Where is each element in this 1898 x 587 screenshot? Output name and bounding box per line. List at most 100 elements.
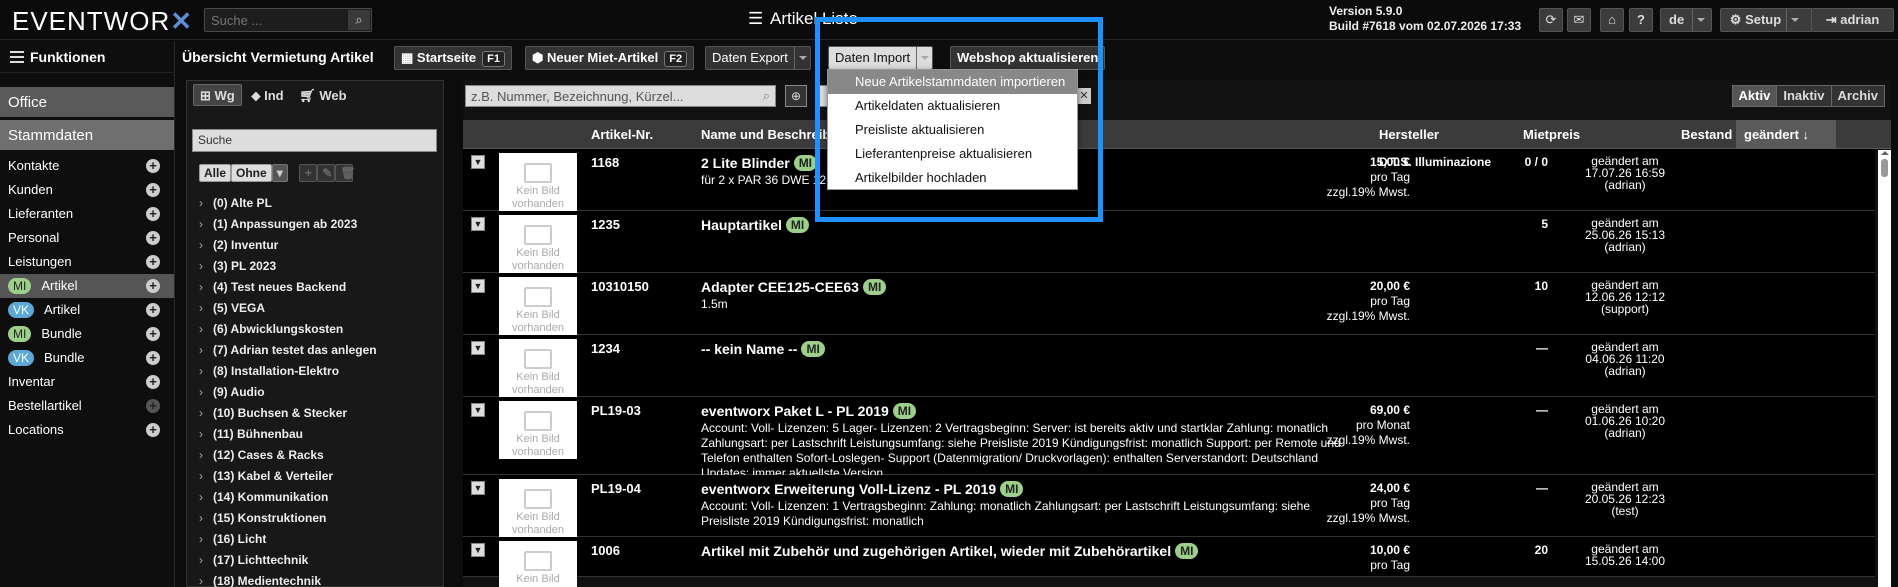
- tab-web[interactable]: 🛒︎ Web: [293, 85, 352, 107]
- add-icon[interactable]: +: [146, 351, 160, 365]
- import-button[interactable]: Daten Import: [828, 46, 934, 70]
- filter-archive[interactable]: Archiv: [1830, 85, 1885, 107]
- tree-item[interactable]: › (11) Bühnenbau: [187, 424, 443, 445]
- tree-item[interactable]: › (0) Alte PL: [187, 193, 443, 214]
- sidebar-item-inventar[interactable]: Inventar +: [0, 370, 174, 394]
- sidebar-item-bestellartikel[interactable]: Bestellartikel +: [0, 394, 174, 418]
- add-icon[interactable]: +: [146, 255, 160, 269]
- filter-dropdown[interactable]: ▾: [271, 164, 288, 182]
- chevron-right-icon[interactable]: ›: [199, 424, 213, 445]
- mail-icon[interactable]: ✉: [1567, 8, 1591, 32]
- chevron-right-icon[interactable]: ›: [199, 340, 213, 361]
- chevron-right-icon[interactable]: ›: [199, 445, 213, 466]
- article-name[interactable]: eventworx Paket L - PL 2019 MI: [701, 403, 917, 419]
- table-row[interactable]: ▼ Kein Bild vorhanden 1235 Hauptartikel MI 5 g…: [463, 211, 1875, 273]
- filter-all-button[interactable]: Alle: [199, 164, 232, 182]
- chevron-right-icon[interactable]: ›: [199, 298, 213, 319]
- edit-icon[interactable]: ✎: [317, 164, 336, 182]
- user-menu[interactable]: ⇥ adrian: [1811, 8, 1894, 32]
- tree-item[interactable]: › (2) Inventur: [187, 235, 443, 256]
- table-row[interactable]: ▼ Kein Bild vorhanden 1168 2 Lite Blinder MI…: [463, 149, 1875, 211]
- add-icon[interactable]: +: [146, 375, 160, 389]
- tree-item[interactable]: › (5) VEGA: [187, 298, 443, 319]
- expand-icon[interactable]: ▼: [471, 543, 485, 557]
- menu-item-update-supplier-prices[interactable]: Lieferantenpreise aktualisieren: [828, 142, 1077, 166]
- tree-item[interactable]: › (17) Lichttechnik: [187, 550, 443, 571]
- clear-icon[interactable]: ✕: [1077, 88, 1091, 104]
- zoom-search-icon[interactable]: ⊕: [785, 85, 807, 107]
- add-icon[interactable]: +: [299, 164, 318, 182]
- menu-item-update-pricelist[interactable]: Preisliste aktualisieren: [828, 118, 1077, 142]
- sidebar-item-locations[interactable]: Locations +: [0, 418, 174, 442]
- chevron-right-icon[interactable]: ›: [199, 529, 213, 550]
- search-icon[interactable]: ⌕: [348, 10, 370, 30]
- sidebar-item-vk-bundle[interactable]: VK Bundle +: [0, 346, 174, 370]
- add-icon[interactable]: +: [146, 159, 160, 173]
- table-row[interactable]: ▼ Kein Bild vorhanden PL19-04 eventworx Erw…: [463, 475, 1875, 537]
- refresh-icon[interactable]: ⟳: [1539, 8, 1563, 32]
- tree-item[interactable]: › (13) Kabel & Verteiler: [187, 466, 443, 487]
- delete-icon[interactable]: 🗑︎: [335, 164, 356, 182]
- tab-warengruppe[interactable]: ⊞ Wg: [193, 84, 242, 106]
- chevron-right-icon[interactable]: ›: [199, 214, 213, 235]
- table-scrollbar[interactable]: [1878, 150, 1891, 587]
- add-icon[interactable]: +: [146, 183, 160, 197]
- tree-item[interactable]: › (14) Kommunikation: [187, 487, 443, 508]
- sidebar-item-personal[interactable]: Personal +: [0, 226, 174, 250]
- sidebar-item-lieferanten[interactable]: Lieferanten +: [0, 202, 174, 226]
- add-icon[interactable]: +: [146, 423, 160, 437]
- tree-item[interactable]: › (15) Konstruktionen: [187, 508, 443, 529]
- global-search-input[interactable]: [205, 9, 347, 31]
- menu-item-upload-images[interactable]: Artikelbilder hochladen: [828, 166, 1077, 190]
- functions-header[interactable]: Funktionen: [0, 41, 174, 73]
- filter-without-button[interactable]: Ohne: [231, 164, 272, 182]
- table-row[interactable]: ▼ Kein Bild vorhanden PL19-03 eventworx Pak…: [463, 397, 1875, 480]
- expand-icon[interactable]: ▼: [471, 341, 485, 355]
- add-icon[interactable]: +: [146, 303, 160, 317]
- article-name[interactable]: eventworx Erweiterung Voll-Lizenz - PL 2…: [701, 481, 1024, 497]
- expand-icon[interactable]: ▼: [471, 155, 485, 169]
- article-name[interactable]: Adapter CEE125-CEE63 MI: [701, 279, 887, 295]
- chevron-right-icon[interactable]: ›: [199, 550, 213, 571]
- tree-item[interactable]: › (4) Test neues Backend: [187, 277, 443, 298]
- article-name[interactable]: Artikel mit Zubehör und zugehörigen Arti…: [701, 543, 1199, 559]
- chevron-right-icon[interactable]: ›: [199, 193, 213, 214]
- chevron-right-icon[interactable]: ›: [199, 256, 213, 277]
- col-manufacturer[interactable]: Hersteller: [1379, 127, 1439, 142]
- sidebar-item-mi-artikel[interactable]: MI Artikel +: [0, 274, 174, 298]
- expand-icon[interactable]: ▼: [471, 279, 485, 293]
- expand-icon[interactable]: ▼: [471, 481, 485, 495]
- chevron-right-icon[interactable]: ›: [199, 403, 213, 424]
- chevron-right-icon[interactable]: ›: [199, 382, 213, 403]
- col-price[interactable]: Mietpreis: [1523, 127, 1580, 142]
- article-name[interactable]: -- kein Name -- MI: [701, 341, 825, 357]
- table-row[interactable]: ▼ Kein Bild vorhanden 1006 Artikel mit Zube…: [463, 537, 1875, 587]
- article-name[interactable]: 2 Lite Blinder MI: [701, 155, 818, 171]
- language-select[interactable]: de: [1660, 8, 1712, 32]
- menu-item-update-article-data[interactable]: Artikeldaten aktualisieren: [828, 94, 1077, 118]
- chevron-right-icon[interactable]: ›: [199, 487, 213, 508]
- filter-inactive[interactable]: Inaktiv: [1776, 85, 1832, 107]
- tree-item[interactable]: › (1) Anpassungen ab 2023: [187, 214, 443, 235]
- add-icon[interactable]: +: [146, 399, 160, 413]
- add-icon[interactable]: +: [146, 279, 160, 293]
- expand-icon[interactable]: ▼: [471, 217, 485, 231]
- sidebar-item-mi-bundle[interactable]: MI Bundle +: [0, 322, 174, 346]
- chevron-right-icon[interactable]: ›: [199, 571, 213, 587]
- tree-item[interactable]: › (10) Buchsen & Stecker: [187, 403, 443, 424]
- tree-item[interactable]: › (16) Licht: [187, 529, 443, 550]
- tree-item[interactable]: › (6) Abwicklungskosten: [187, 319, 443, 340]
- article-name[interactable]: Hauptartikel MI: [701, 217, 810, 233]
- tab-index[interactable]: ⬥ Ind: [245, 85, 289, 107]
- sidebar-item-vk-artikel[interactable]: VK Artikel +: [0, 298, 174, 322]
- tree-item[interactable]: › (8) Installation-Elektro: [187, 361, 443, 382]
- sidebar-item-kunden[interactable]: Kunden +: [0, 178, 174, 202]
- expand-icon[interactable]: ▼: [471, 403, 485, 417]
- article-search-input[interactable]: z.B. Nummer, Bezeichnung, Kürzel... ⌕: [465, 85, 776, 107]
- table-row[interactable]: ▼ Kein Bild vorhanden 1234 -- kein Name -- M…: [463, 335, 1875, 397]
- setup-menu[interactable]: ⚙ Setup: [1720, 8, 1812, 32]
- home-icon[interactable]: ⌂: [1600, 8, 1624, 32]
- eventworx-logo[interactable]: EVENTWOR✕: [12, 6, 193, 37]
- col-changed[interactable]: geändert ↓: [1736, 120, 1836, 149]
- chevron-right-icon[interactable]: ›: [199, 508, 213, 529]
